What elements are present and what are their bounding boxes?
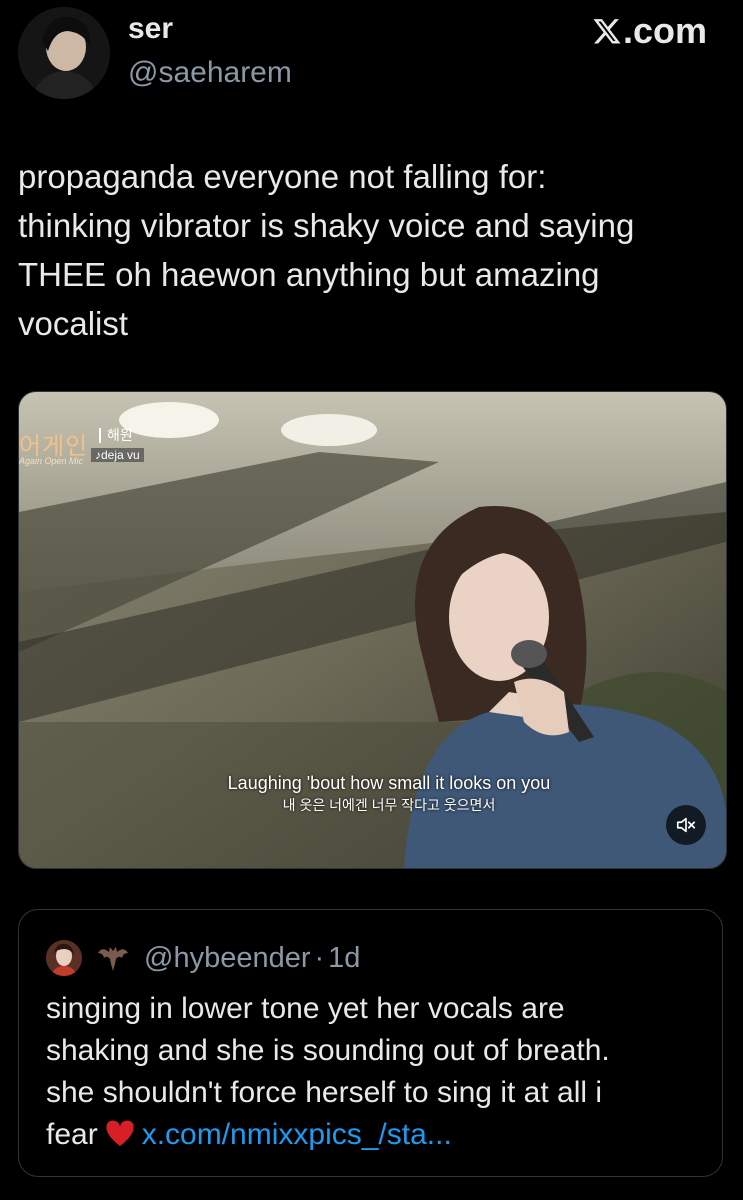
quoted-timestamp[interactable]: 1d bbox=[328, 942, 360, 975]
brand-domain: .com bbox=[622, 10, 707, 51]
show-subtitle: Again Open Mic bbox=[19, 456, 84, 466]
separator-dot: · bbox=[314, 941, 325, 974]
video-player[interactable]: 어게인 Again Open Mic 해원 ♪deja vu Laughing … bbox=[18, 391, 727, 869]
quoted-tweet-header: @hybeender · 1d bbox=[46, 936, 360, 980]
singer-name: 해원 bbox=[99, 428, 133, 443]
quoted-tweet-text: singing in lower tone yet her vocals are… bbox=[46, 988, 706, 1156]
subtitle-english: Laughing 'bout how small it looks on you bbox=[227, 773, 551, 793]
author-avatar[interactable] bbox=[18, 7, 110, 99]
tweet-line: propaganda everyone not falling for: bbox=[18, 158, 547, 195]
author-handle[interactable]: @saeharem bbox=[128, 56, 292, 90]
song-name: ♪deja vu bbox=[91, 448, 144, 462]
quoted-line-prefix: fear bbox=[46, 1118, 98, 1151]
subtitle-korean: 내 옷은 너에겐 너무 작다고 웃으면서 bbox=[282, 797, 496, 813]
quoted-line-last: fear x.com/nmixxpics_/sta... bbox=[46, 1114, 706, 1156]
tweet-line: THEE oh haewon anything but amazing bbox=[18, 256, 600, 293]
tweet-line: thinking vibrator is shaky voice and say… bbox=[18, 207, 635, 244]
author-display-name[interactable]: ser bbox=[128, 12, 173, 46]
x-logo-icon bbox=[593, 19, 621, 44]
bat-emoji-icon bbox=[98, 947, 128, 971]
quoted-line: singing in lower tone yet her vocals are bbox=[46, 992, 565, 1025]
quoted-link[interactable]: x.com/nmixxpics_/sta... bbox=[142, 1118, 452, 1151]
red-heart-icon bbox=[106, 1120, 134, 1146]
speaker-muted-icon bbox=[676, 817, 696, 833]
tweet-text: propaganda everyone not falling for: thi… bbox=[18, 152, 718, 348]
quoted-avatar[interactable] bbox=[46, 940, 82, 976]
quoted-line: she shouldn't force herself to sing it a… bbox=[46, 1076, 603, 1109]
quoted-line: shaking and she is sounding out of breat… bbox=[46, 1034, 610, 1067]
quoted-tweet[interactable]: @hybeender · 1d singing in lower tone ye… bbox=[18, 909, 723, 1177]
x-brand-logo: .com bbox=[592, 10, 707, 52]
quoted-handle[interactable]: @hybeender bbox=[144, 942, 311, 975]
mute-button[interactable] bbox=[666, 805, 706, 845]
tweet-line: vocalist bbox=[18, 305, 129, 342]
